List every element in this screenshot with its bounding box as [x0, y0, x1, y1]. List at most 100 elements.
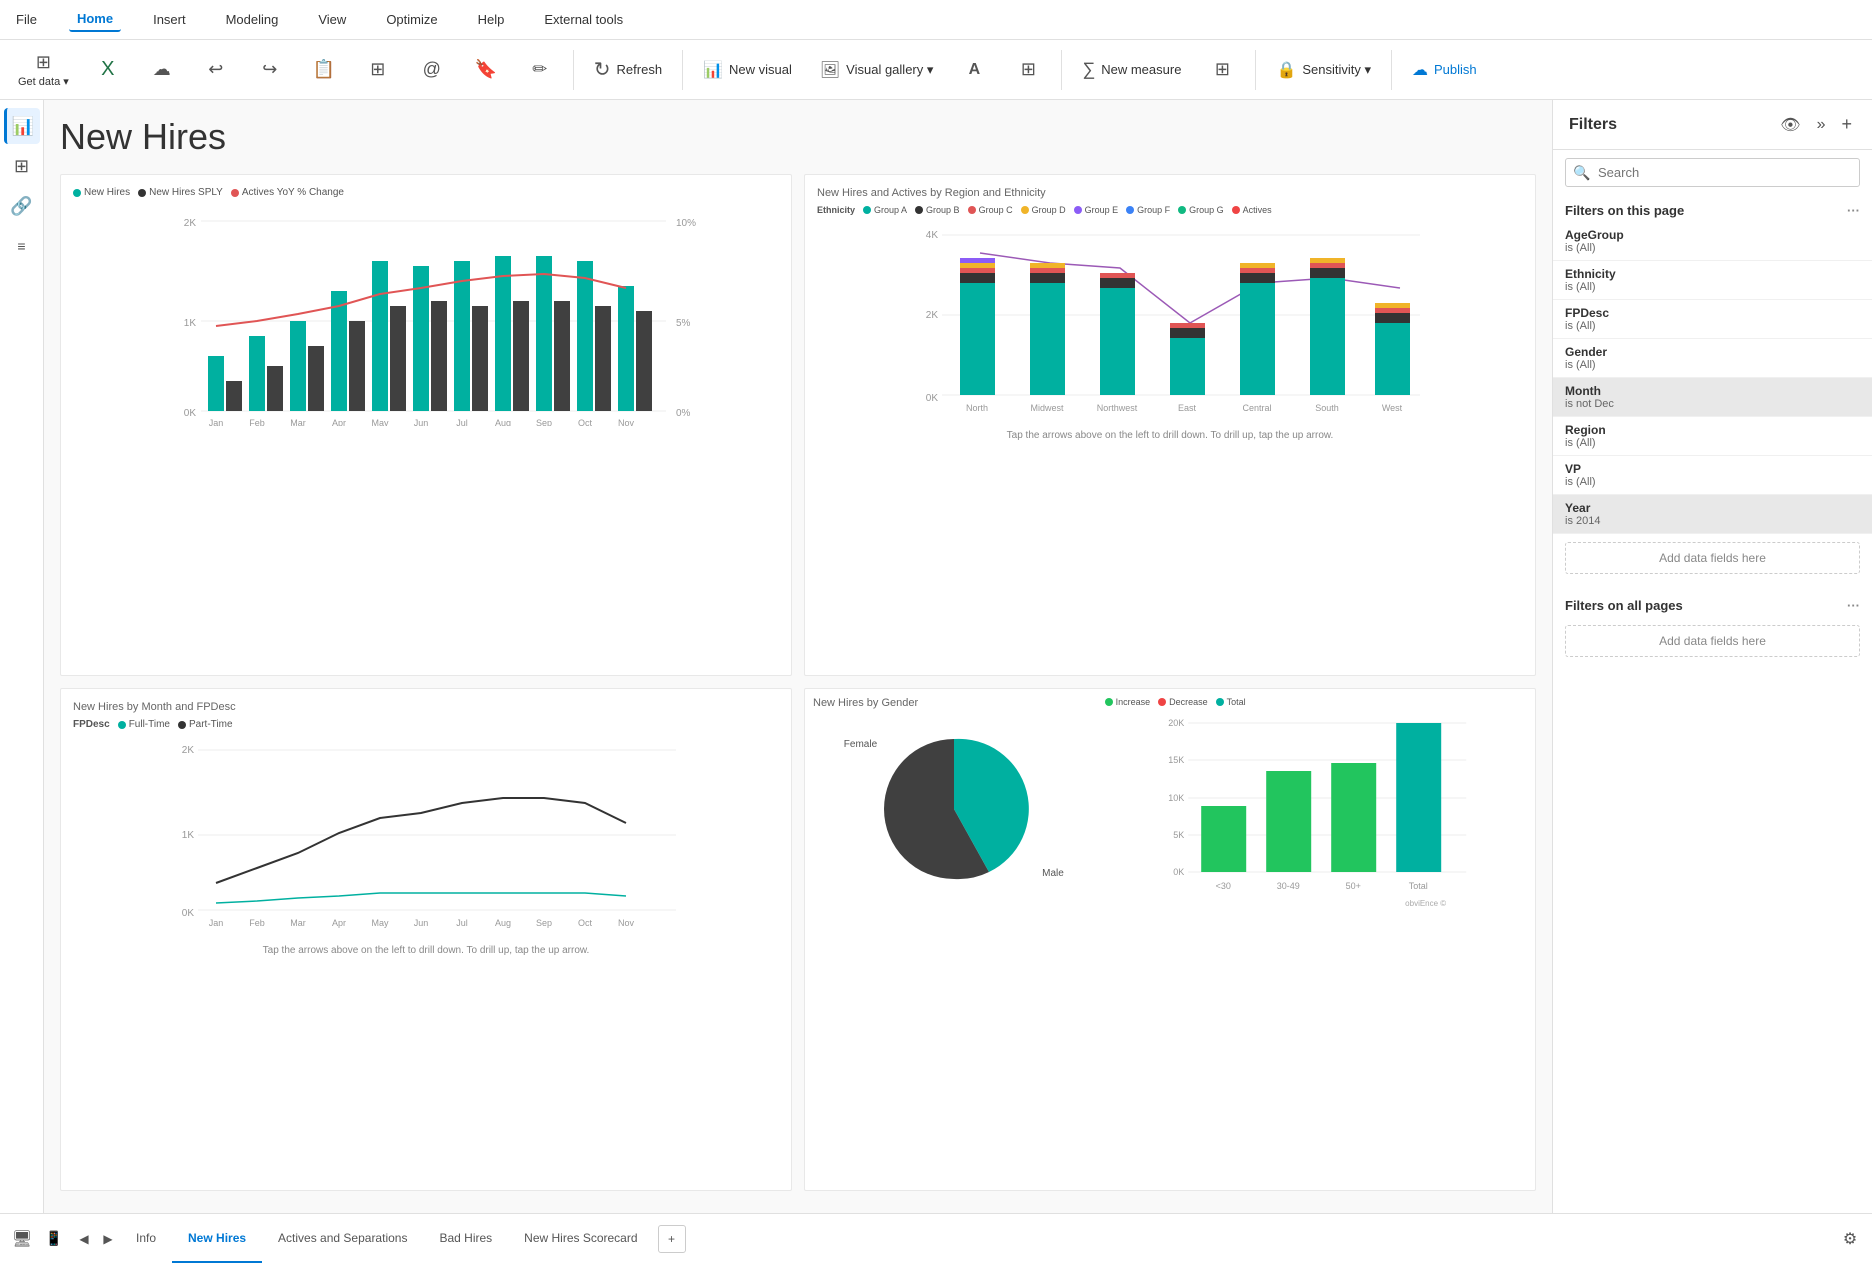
publish-icon: ☁	[1412, 60, 1428, 80]
report-view-icon[interactable]: 📊	[4, 108, 40, 144]
menu-help[interactable]: Help	[470, 8, 513, 31]
svg-text:Jun: Jun	[414, 418, 429, 426]
format-button[interactable]: 🔖	[461, 55, 511, 84]
filter-page-menu[interactable]: ···	[1847, 203, 1860, 218]
tab-info[interactable]: Info	[120, 1214, 172, 1263]
svg-text:20K: 20K	[1168, 718, 1184, 728]
filter-region[interactable]: Region is (All)	[1553, 417, 1872, 456]
clipboard-icon: 📋	[313, 59, 335, 80]
filter-year[interactable]: Year is 2014	[1553, 495, 1872, 534]
filter-ethnicity[interactable]: Ethnicity is (All)	[1553, 261, 1872, 300]
svg-text:Aug: Aug	[495, 418, 511, 426]
shapes-button[interactable]: ⊞	[1003, 55, 1053, 84]
panel-header-icons: 👁 » +	[1776, 112, 1856, 137]
sep4	[1255, 50, 1256, 90]
filter-fpdesc[interactable]: FPDesc is (All)	[1553, 300, 1872, 339]
get-data-button[interactable]: ⊞ Get data ▾	[8, 48, 79, 92]
svg-text:Sep: Sep	[536, 918, 552, 928]
tab-next-button[interactable]: ▶	[96, 1227, 120, 1251]
svg-text:<30: <30	[1215, 881, 1230, 891]
redo-button[interactable]: ↪	[245, 55, 295, 84]
gender-pie-container: Female Male	[874, 729, 1034, 889]
filter-vp[interactable]: VP is (All)	[1553, 456, 1872, 495]
fpDesc-legend: FPDesc Full-Time Part-Time	[73, 719, 779, 730]
filters-header: Filters 👁 » +	[1553, 100, 1872, 150]
eye-icon[interactable]: 👁	[1776, 113, 1804, 137]
publish-button[interactable]: ☁ Publish	[1400, 54, 1489, 86]
tab-actives-separations[interactable]: Actives and Separations	[262, 1214, 423, 1263]
table-view-icon[interactable]: ⊞	[4, 148, 40, 184]
svg-text:Sep: Sep	[536, 418, 552, 426]
gender-pie-svg	[874, 729, 1034, 889]
text-button[interactable]: A	[949, 57, 999, 83]
add-filter-icon[interactable]: +	[1837, 112, 1856, 137]
region-ethnicity-chart-panel[interactable]: New Hires and Actives by Region and Ethn…	[804, 174, 1536, 676]
filter-region-value: is (All)	[1565, 437, 1860, 449]
svg-text:South: South	[1315, 403, 1339, 413]
new-visual-button[interactable]: 📊 New visual	[691, 54, 804, 86]
add-tab-button[interactable]: +	[658, 1225, 686, 1253]
svg-text:Jun: Jun	[414, 918, 429, 928]
menu-insert[interactable]: Insert	[145, 8, 194, 31]
visual-gallery-button[interactable]: 🖼 Visual gallery ▾	[808, 54, 946, 86]
svg-text:Feb: Feb	[249, 918, 265, 928]
filters-title: Filters	[1569, 116, 1617, 134]
fpDesc-chart-panel[interactable]: New Hires by Month and FPDesc FPDesc Ful…	[60, 688, 792, 1191]
new-visual-icon: 📊	[703, 60, 723, 80]
bar-line-chart-panel[interactable]: New Hires New Hires SPLY Actives YoY % C…	[60, 174, 792, 676]
menu-optimize[interactable]: Optimize	[378, 8, 445, 31]
legend-actives-yoy: Actives YoY % Change	[242, 187, 344, 198]
svg-text:1K: 1K	[182, 830, 195, 841]
filter-month[interactable]: Month is not Dec	[1553, 378, 1872, 417]
data-view-icon[interactable]: ≡	[4, 228, 40, 264]
tab-scorecard[interactable]: New Hires Scorecard	[508, 1214, 653, 1263]
svg-text:0%: 0%	[676, 408, 691, 419]
new-measure-label: New measure	[1101, 62, 1181, 77]
filter-fpdesc-name: FPDesc	[1565, 306, 1860, 320]
filters-all-pages-title: Filters on all pages ···	[1553, 590, 1872, 617]
svg-text:0K: 0K	[182, 908, 195, 919]
tab-bad-hires[interactable]: Bad Hires	[423, 1214, 508, 1263]
onedrive-button[interactable]: ☁	[137, 55, 187, 84]
mobile-view-icon[interactable]: 📱	[40, 1227, 68, 1251]
expand-icon[interactable]: »	[1813, 114, 1830, 136]
refresh-label: Refresh	[617, 62, 663, 77]
shapes-icon: ⊞	[1021, 59, 1036, 80]
edit-button[interactable]: ✏	[515, 55, 565, 84]
quick-measure-button[interactable]: ⊞	[1197, 55, 1247, 84]
desktop-view-icon[interactable]: 🖥	[8, 1227, 36, 1251]
model-view-icon[interactable]: 🔗	[4, 188, 40, 224]
settings-icon[interactable]: ⚙	[1836, 1227, 1864, 1251]
menu-modeling[interactable]: Modeling	[218, 8, 287, 31]
tab-new-hires[interactable]: New Hires	[172, 1214, 262, 1263]
add-fields-all-pages[interactable]: Add data fields here	[1565, 625, 1860, 657]
add-fields-this-page[interactable]: Add data fields here	[1565, 542, 1860, 574]
table-button[interactable]: ⊞	[353, 55, 403, 84]
svg-text:Jul: Jul	[456, 418, 468, 426]
region-ethnicity-chart-area: 4K 2K 0K	[817, 223, 1523, 426]
tab-prev-button[interactable]: ◀	[72, 1227, 96, 1251]
filter-search-input[interactable]	[1565, 158, 1860, 187]
excel-button[interactable]: X	[83, 54, 133, 85]
gender-age-panel[interactable]: New Hires by Gender Female Male	[804, 688, 1536, 1191]
sensitivity-button[interactable]: 🔒 Sensitivity ▾	[1264, 54, 1383, 86]
menu-file[interactable]: File	[8, 8, 45, 31]
new-measure-button[interactable]: ∑ New measure	[1070, 53, 1193, 86]
region-drill-note: Tap the arrows above on the left to dril…	[817, 430, 1523, 441]
menu-bar: File Home Insert Modeling View Optimize …	[0, 0, 1872, 40]
at-button[interactable]: @	[407, 55, 457, 84]
undo-button[interactable]: ↩	[191, 55, 241, 84]
menu-view[interactable]: View	[310, 8, 354, 31]
svg-text:15K: 15K	[1168, 755, 1184, 765]
legend-new-hires: New Hires	[84, 187, 130, 198]
page-title: New Hires	[60, 116, 1536, 158]
filter-gender[interactable]: Gender is (All)	[1553, 339, 1872, 378]
age-bar-section: Increase Decrease Total 20K 15K 10K 5K 0…	[1105, 697, 1527, 1182]
refresh-button[interactable]: ↻ Refresh	[582, 51, 674, 88]
menu-external-tools[interactable]: External tools	[536, 8, 631, 31]
filter-all-pages-menu[interactable]: ···	[1847, 598, 1860, 613]
clipboard-button[interactable]: 📋	[299, 55, 349, 84]
filter-agegroup[interactable]: AgeGroup is (All)	[1553, 222, 1872, 261]
menu-home[interactable]: Home	[69, 7, 121, 32]
text-icon: A	[969, 61, 981, 79]
